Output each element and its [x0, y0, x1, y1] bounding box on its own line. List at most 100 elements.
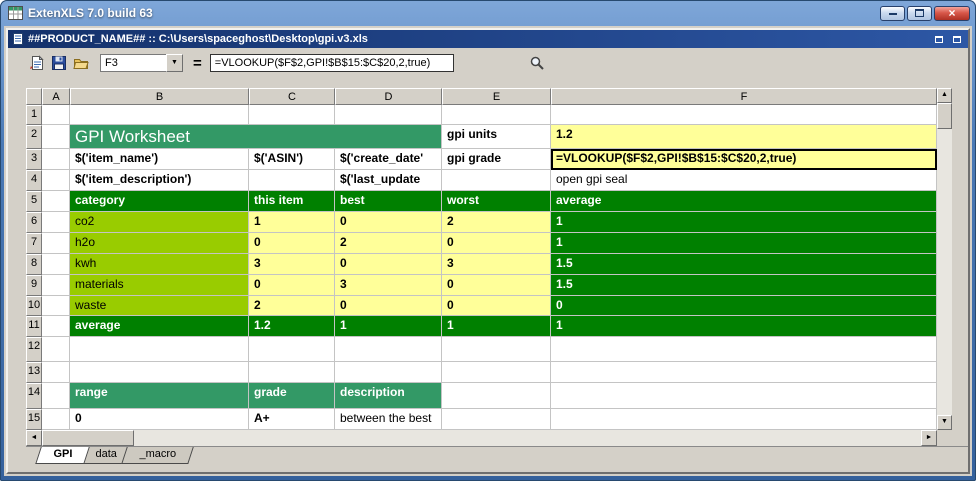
cell-D12[interactable]: [335, 337, 442, 362]
scroll-left-button[interactable]: ◄: [26, 430, 42, 446]
child-restore-button[interactable]: [931, 33, 946, 46]
search-button[interactable]: [526, 52, 548, 74]
cell-F11[interactable]: 1: [551, 316, 937, 337]
cell-F1[interactable]: [551, 105, 937, 125]
cell-C9[interactable]: 0: [249, 275, 335, 296]
minimize-button[interactable]: [880, 6, 905, 21]
column-header-E[interactable]: E: [442, 88, 551, 105]
cell-E11[interactable]: 1: [442, 316, 551, 337]
cell-B5[interactable]: category: [70, 191, 249, 212]
cell-B10[interactable]: waste: [70, 296, 249, 316]
cell-C7[interactable]: 0: [249, 233, 335, 254]
cell-E15[interactable]: [442, 409, 551, 430]
column-header-D[interactable]: D: [335, 88, 442, 105]
save-button[interactable]: [48, 52, 70, 74]
cell-C5[interactable]: this item: [249, 191, 335, 212]
cell-F13[interactable]: [551, 362, 937, 383]
cell-C10[interactable]: 2: [249, 296, 335, 316]
column-header-C[interactable]: C: [249, 88, 335, 105]
cell-F4[interactable]: open gpi seal: [551, 170, 937, 191]
cell-C12[interactable]: [249, 337, 335, 362]
cell-E12[interactable]: [442, 337, 551, 362]
column-header-F[interactable]: F: [551, 88, 937, 105]
cell-D7[interactable]: 2: [335, 233, 442, 254]
vertical-scrollbar-thumb[interactable]: [937, 103, 952, 129]
cell-B11[interactable]: average: [70, 316, 249, 337]
cell-B6[interactable]: co2: [70, 212, 249, 233]
cell-A5[interactable]: [42, 191, 70, 212]
cell-E13[interactable]: [442, 362, 551, 383]
cell-D6[interactable]: 0: [335, 212, 442, 233]
cell-B9[interactable]: materials: [70, 275, 249, 296]
cell-A14[interactable]: [42, 383, 70, 409]
cell-A13[interactable]: [42, 362, 70, 383]
cell-D15[interactable]: between the best: [335, 409, 442, 430]
cell-D13[interactable]: [335, 362, 442, 383]
cell-B14[interactable]: range: [70, 383, 249, 409]
cell-E2[interactable]: gpi units: [442, 125, 551, 149]
sheet-tab-gpi[interactable]: GPI: [35, 447, 89, 464]
vertical-scrollbar-track[interactable]: [937, 129, 952, 415]
cell-B4[interactable]: $('item_description'): [70, 170, 249, 191]
cell-B2[interactable]: GPI Worksheet: [70, 125, 442, 149]
cell-B13[interactable]: [70, 362, 249, 383]
cell-D11[interactable]: 1: [335, 316, 442, 337]
close-button[interactable]: ×: [934, 6, 970, 21]
column-header-B[interactable]: B: [70, 88, 249, 105]
child-maximize-button[interactable]: [949, 33, 964, 46]
cell-F3[interactable]: =VLOOKUP($F$2,GPI!$B$15:$C$20,2,true): [551, 149, 937, 170]
cell-C1[interactable]: [249, 105, 335, 125]
formula-input[interactable]: [210, 54, 454, 72]
cell-A15[interactable]: [42, 409, 70, 430]
cell-A7[interactable]: [42, 233, 70, 254]
cell-A6[interactable]: [42, 212, 70, 233]
horizontal-scrollbar-track[interactable]: [134, 430, 921, 446]
cell-C15[interactable]: A+: [249, 409, 335, 430]
row-header-7[interactable]: 7: [26, 233, 42, 254]
cell-A1[interactable]: [42, 105, 70, 125]
cell-E1[interactable]: [442, 105, 551, 125]
cell-B1[interactable]: [70, 105, 249, 125]
cell-E14[interactable]: [442, 383, 551, 409]
cell-F12[interactable]: [551, 337, 937, 362]
cell-F5[interactable]: average: [551, 191, 937, 212]
cell-A12[interactable]: [42, 337, 70, 362]
column-header-A[interactable]: A: [42, 88, 70, 105]
cell-E10[interactable]: 0: [442, 296, 551, 316]
cell-C8[interactable]: 3: [249, 254, 335, 275]
row-header-9[interactable]: 9: [26, 275, 42, 296]
cell-A10[interactable]: [42, 296, 70, 316]
cell-E6[interactable]: 2: [442, 212, 551, 233]
row-header-10[interactable]: 10: [26, 296, 42, 316]
cell-C4[interactable]: [249, 170, 335, 191]
cell-F9[interactable]: 1.5: [551, 275, 937, 296]
cell-C13[interactable]: [249, 362, 335, 383]
cell-reference-value[interactable]: F3: [100, 54, 166, 72]
row-header-14[interactable]: 14: [26, 383, 42, 409]
sheet-tab-macro[interactable]: _macro: [122, 447, 194, 464]
cell-C11[interactable]: 1.2: [249, 316, 335, 337]
cell-F2[interactable]: 1.2: [551, 125, 937, 149]
cell-D3[interactable]: $('create_date': [335, 149, 442, 170]
horizontal-scrollbar[interactable]: ◄ ►: [26, 430, 937, 446]
cell-A9[interactable]: [42, 275, 70, 296]
cell-C6[interactable]: 1: [249, 212, 335, 233]
vertical-scrollbar[interactable]: ▲ ▼: [937, 88, 952, 430]
cell-E4[interactable]: [442, 170, 551, 191]
cell-F14[interactable]: [551, 383, 937, 409]
cell-D4[interactable]: $('last_update: [335, 170, 442, 191]
cell-F8[interactable]: 1.5: [551, 254, 937, 275]
row-header-4[interactable]: 4: [26, 170, 42, 191]
row-header-6[interactable]: 6: [26, 212, 42, 233]
row-header-1[interactable]: 1: [26, 105, 42, 125]
cell-B3[interactable]: $('item_name'): [70, 149, 249, 170]
scroll-up-button[interactable]: ▲: [937, 88, 952, 103]
cell-D10[interactable]: 0: [335, 296, 442, 316]
cell-D1[interactable]: [335, 105, 442, 125]
cell-reference-combo[interactable]: F3 ▼: [100, 54, 183, 72]
cell-A4[interactable]: [42, 170, 70, 191]
child-titlebar[interactable]: ##PRODUCT_NAME## :: C:\Users\spaceghost\…: [8, 30, 968, 48]
cell-F7[interactable]: 1: [551, 233, 937, 254]
cell-A2[interactable]: [42, 125, 70, 149]
row-header-5[interactable]: 5: [26, 191, 42, 212]
